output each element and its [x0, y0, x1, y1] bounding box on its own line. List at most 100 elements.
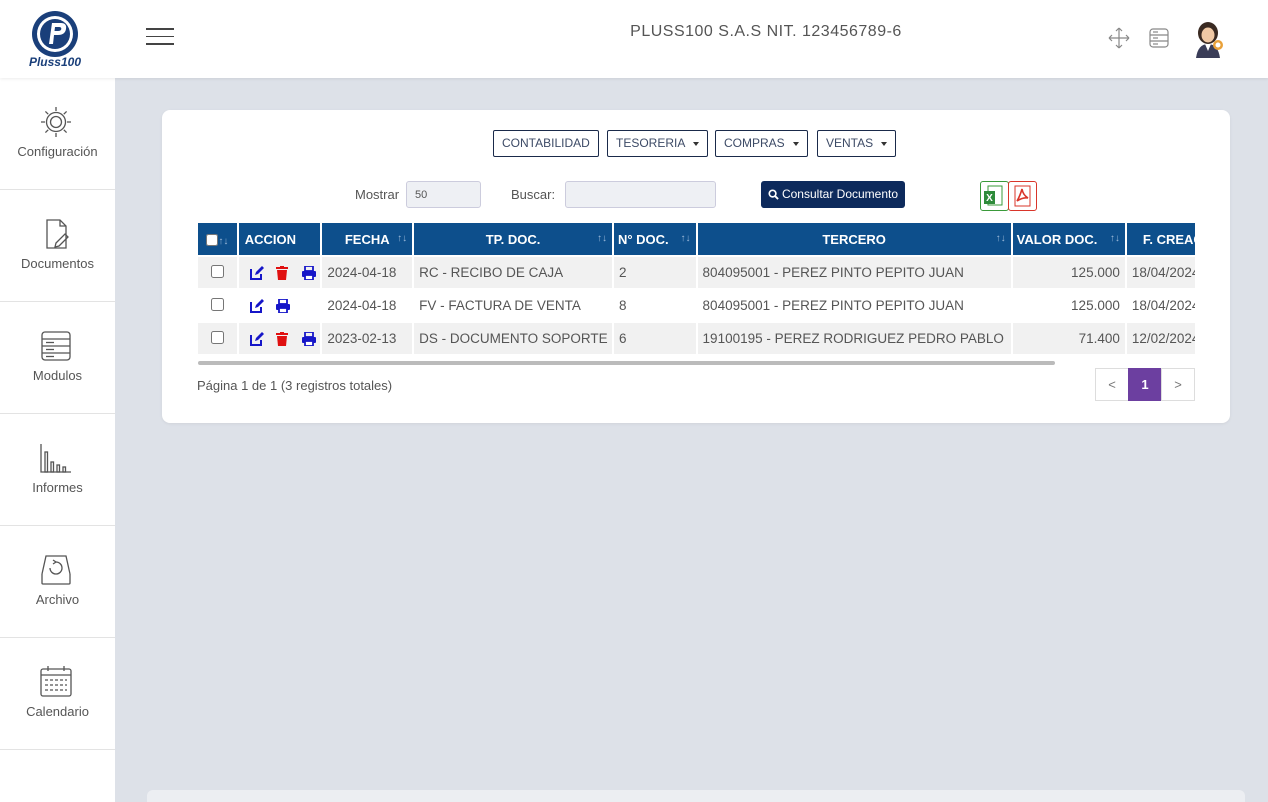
search-input[interactable] [565, 181, 716, 208]
gear-icon [41, 107, 71, 137]
module-label: COMPRAS [724, 136, 785, 150]
cell-tp-doc: RC - RECIBO DE CAJA [414, 257, 612, 288]
edit-icon[interactable] [249, 332, 264, 347]
print-icon[interactable] [275, 298, 290, 315]
company-name: PLUSS100 S.A.S NIT. 123456789-6 [630, 23, 902, 40]
module-label: VENTAS [826, 136, 874, 150]
pagination-info: Página 1 de 1 (3 registros totales) [197, 378, 393, 393]
module-button-contabilidad[interactable]: CONTABILIDAD [493, 130, 599, 157]
module-dropdown-tesoreria[interactable]: TESORERIA [607, 130, 709, 157]
cell-valor: 125.000 [1012, 290, 1125, 321]
sidebar-item-label: Modulos [32, 368, 83, 383]
column-label: TP. DOC. [485, 231, 541, 247]
sidebar-item-modulos[interactable]: Modulos [0, 302, 115, 414]
sort-icon: ↑↓ [680, 233, 691, 244]
delete-icon[interactable] [275, 266, 290, 281]
column-header-fecha[interactable]: FECHA ↑↓ [322, 223, 413, 255]
module-dropdown-compras[interactable]: COMPRAS [715, 130, 808, 157]
edit-icon[interactable] [249, 299, 264, 314]
logo-text: Pluss100 [28, 55, 82, 69]
column-header-valor-doc[interactable]: VALOR DOC. ↑↓ [1012, 223, 1125, 255]
cell-valor: 125.000 [1012, 257, 1125, 288]
consult-label: Consultar Documento [781, 187, 899, 201]
cell-creacion: 18/04/2024 - [1126, 290, 1195, 321]
fullscreen-icon[interactable] [1107, 26, 1131, 50]
documents-card: CONTABILIDAD TESORERIA COMPRAS VENTAS Mo… [162, 110, 1230, 423]
sidebar-item-archivo[interactable]: Archivo [0, 526, 115, 638]
cell-fecha: 2024-04-18 [322, 290, 413, 321]
column-label: F. CREACIÓN [1142, 231, 1195, 247]
caret-down-icon [792, 141, 799, 146]
column-header-accion: ACCION [238, 223, 321, 255]
sidebar-item-label: Documentos [21, 256, 94, 271]
column-header-f-creacion[interactable]: F. CREACIÓN [1126, 223, 1195, 255]
sidebar-item-calendario[interactable]: Calendario [0, 638, 115, 750]
module-dropdown-ventas[interactable]: VENTAS [817, 130, 897, 157]
cell-tp-doc: DS - DOCUMENTO SOPORTE [414, 323, 612, 354]
column-label: VALOR DOC. [1016, 231, 1098, 247]
sidebar: Configuración Documentos Modulos Informe… [0, 78, 115, 802]
consult-document-button[interactable]: Consultar Documento [761, 181, 905, 208]
sort-icon: ↑↓ [596, 233, 607, 244]
documents-table: ↑↓ ACCION FECHA ↑↓ TP. DOC. ↑↓ N° DOC. ↑↓ T… [198, 223, 1195, 365]
sidebar-item-configuracion[interactable]: Configuración [0, 78, 115, 190]
column-label: N° DOC. [617, 231, 669, 247]
caret-down-icon [693, 141, 700, 146]
pagination-next-button[interactable]: > [1161, 368, 1195, 401]
delete-icon[interactable] [275, 332, 290, 347]
module-label: CONTABILIDAD [502, 136, 590, 150]
column-label: TERCERO [822, 231, 886, 247]
print-icon[interactable] [301, 265, 316, 282]
cell-creacion: 12/02/2024 - [1126, 323, 1195, 354]
pdf-icon [1014, 185, 1031, 207]
archive-icon [41, 555, 71, 585]
horizontal-scrollbar[interactable] [198, 361, 1055, 365]
sidebar-item-informes[interactable]: Informes [0, 414, 115, 526]
footer-panel [147, 790, 1245, 802]
print-icon[interactable] [301, 331, 316, 348]
cell-num-doc: 8 [613, 290, 696, 321]
export-excel-button[interactable]: X [980, 181, 1009, 211]
column-header-num-doc[interactable]: N° DOC. ↑↓ [613, 223, 696, 255]
cell-num-doc: 6 [613, 323, 696, 354]
server-icon [41, 331, 71, 361]
show-count-input[interactable] [406, 181, 481, 208]
sort-icon: ↑↓ [995, 233, 1006, 244]
row-checkbox[interactable] [210, 297, 224, 311]
sort-icon: ↑↓ [397, 233, 408, 244]
column-header-tercero[interactable]: TERCERO ↑↓ [697, 223, 1011, 255]
table-row[interactable]: 2024-04-18 FV - FACTURA DE VENTA 8 80409… [198, 290, 1195, 321]
pagination-prev-button[interactable]: < [1095, 368, 1129, 401]
search-label: Buscar: [511, 187, 556, 202]
pluss100-logo[interactable]: Pluss100 [24, 8, 86, 70]
row-checkbox[interactable] [210, 330, 224, 344]
select-all-checkbox[interactable] [206, 234, 219, 247]
row-checkbox[interactable] [210, 264, 224, 278]
document-icon [46, 219, 69, 249]
sort-icon: ↑↓ [1109, 233, 1120, 244]
column-label: FECHA [344, 231, 390, 247]
column-header-tp-doc[interactable]: TP. DOC. ↑↓ [414, 223, 612, 255]
pagination-page-button[interactable]: 1 [1128, 368, 1162, 401]
user-avatar[interactable] [1190, 18, 1230, 58]
module-label: TESORERIA [616, 136, 686, 150]
svg-text:X: X [986, 193, 993, 204]
edit-icon[interactable] [249, 266, 264, 281]
cell-valor: 71.400 [1012, 323, 1125, 354]
export-pdf-button[interactable] [1008, 181, 1037, 211]
menu-toggle-button[interactable] [146, 28, 174, 48]
show-label: Mostrar [355, 187, 400, 202]
table-row[interactable]: 2024-04-18 RC - RECIBO DE CAJA 2 8040950… [198, 257, 1195, 288]
bar-chart-icon [40, 444, 71, 473]
table-row[interactable]: 2023-02-13 DS - DOCUMENTO SOPORTE 6 1910… [198, 323, 1195, 354]
excel-icon: X [984, 185, 1003, 206]
cell-num-doc: 2 [613, 257, 696, 288]
cell-creacion: 18/04/2024 - [1126, 257, 1195, 288]
cell-tercero: 804095001 - PEREZ PINTO PEPITO JUAN [697, 257, 1011, 288]
calendar-icon [40, 666, 72, 697]
sidebar-item-documentos[interactable]: Documentos [0, 190, 115, 302]
cell-tercero: 804095001 - PEREZ PINTO PEPITO JUAN [697, 290, 1011, 321]
server-icon[interactable] [1147, 26, 1171, 50]
sidebar-item-label: Informes [32, 480, 83, 495]
select-all-header[interactable]: ↑↓ [198, 223, 237, 255]
